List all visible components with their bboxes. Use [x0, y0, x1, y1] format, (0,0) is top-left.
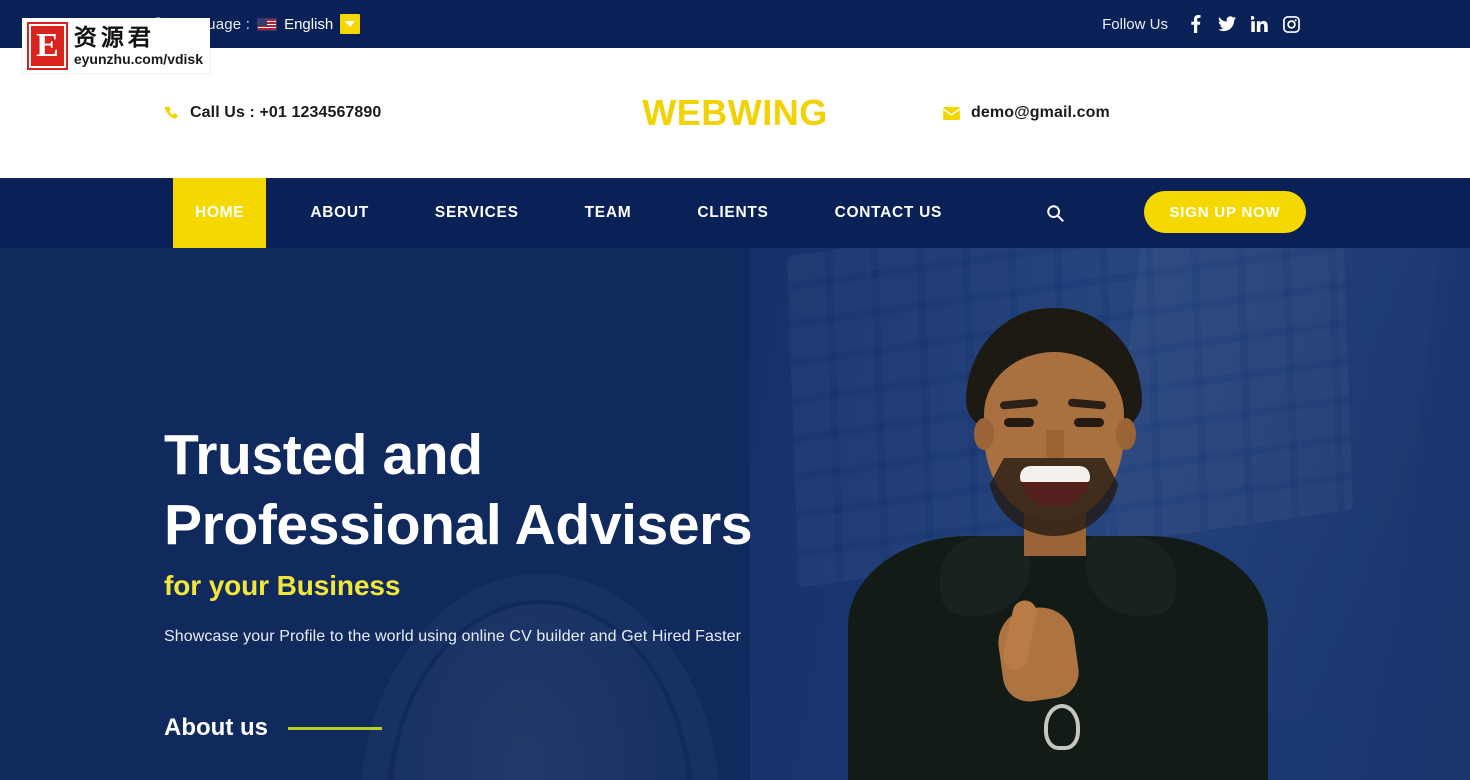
page-root: Language : English Follow Us Call Us: +… [0, 0, 1470, 780]
hero-subheading: for your Business [164, 570, 401, 601]
nav-spacer [266, 178, 288, 248]
nav-spacer [541, 178, 563, 248]
envelope-icon [943, 106, 960, 120]
nav-list: HOME ABOUT SERVICES TEAM CLIENTS CONTACT… [173, 178, 964, 248]
chevron-down-icon[interactable] [340, 14, 361, 34]
hero-heading-line-1: Trusted and [164, 423, 483, 487]
nav-item-services[interactable]: SERVICES [413, 178, 541, 248]
site-logo[interactable]: WEBWING [0, 92, 1470, 134]
hero-person-image [848, 308, 1268, 780]
social-links: Follow Us [1102, 15, 1300, 33]
hero-section: Trusted and Professional Advisers for yo… [0, 248, 1470, 780]
nav-spacer [791, 178, 813, 248]
sign-up-now-button[interactable]: SIGN UP NOW [1144, 191, 1306, 233]
email-info[interactable]: demo@gmail.com [943, 104, 1110, 122]
nav-item-team[interactable]: TEAM [563, 178, 654, 248]
nav-item-clients[interactable]: CLIENTS [675, 178, 790, 248]
nav-spacer [653, 178, 675, 248]
instagram-icon[interactable] [1282, 15, 1300, 33]
us-flag-icon [257, 17, 278, 31]
nav-item-home[interactable]: HOME [173, 178, 267, 248]
follow-us-label: Follow Us [1102, 15, 1168, 33]
language-value: English [284, 15, 334, 33]
about-us-divider [287, 726, 382, 730]
hero-description: Showcase your Profile to the world using… [164, 628, 742, 645]
nav-item-about[interactable]: ABOUT [288, 178, 391, 248]
nav-item-contact-us[interactable]: CONTACT US [813, 178, 964, 248]
watermark-text: 资源君 eyunzhu.com/vdisk [74, 25, 203, 67]
search-icon[interactable] [1040, 178, 1070, 248]
hero-copy: Trusted and Professional Advisers for yo… [164, 248, 864, 742]
facebook-icon[interactable] [1186, 15, 1204, 33]
top-bar: Language : English Follow Us [0, 0, 1470, 48]
hero-heading: Trusted and Professional Advisers [164, 420, 864, 560]
linkedin-icon[interactable] [1250, 15, 1268, 33]
watermark-badge: E [27, 21, 68, 70]
contact-info-bar: Call Us : +01 1234567890 WEBWING demo@gm… [0, 48, 1470, 178]
about-us-title: About us [164, 714, 268, 741]
watermark-overlay: E 资源君 eyunzhu.com/vdisk [22, 18, 210, 73]
about-us-heading-row: About us [164, 714, 864, 742]
email-text: demo@gmail.com [971, 104, 1110, 121]
hero-heading-line-2: Professional Advisers [164, 493, 753, 557]
nav-spacer [391, 178, 413, 248]
twitter-icon[interactable] [1218, 15, 1236, 33]
watermark-url: eyunzhu.com/vdisk [73, 50, 203, 67]
watermark-chinese-label: 资源君 [73, 24, 155, 51]
